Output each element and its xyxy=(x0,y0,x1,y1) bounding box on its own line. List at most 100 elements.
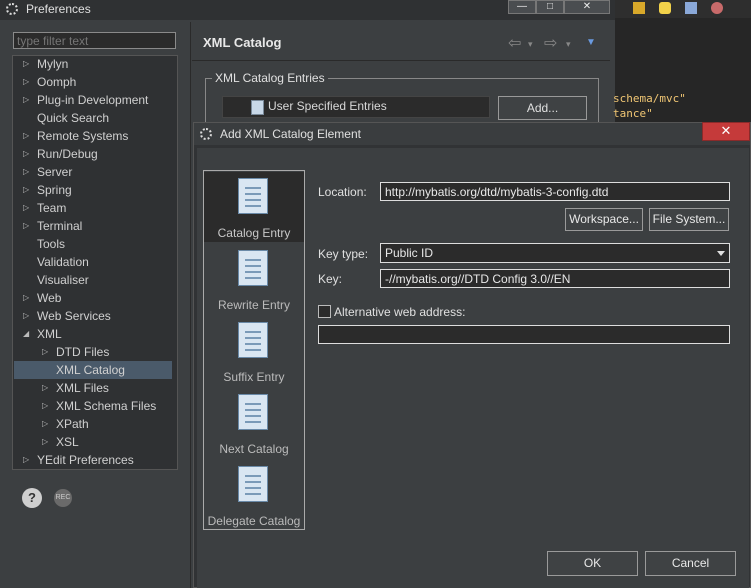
collapsed-arrow-icon[interactable]: ▷ xyxy=(23,451,29,469)
collapsed-arrow-icon[interactable]: ▷ xyxy=(42,397,48,415)
minimize-icon[interactable]: — xyxy=(508,0,536,14)
key-type-value: Public ID xyxy=(385,246,434,260)
collapsed-arrow-icon[interactable]: ▷ xyxy=(23,181,29,199)
tree-item-label: Tools xyxy=(37,237,66,251)
collapsed-arrow-icon[interactable]: ▷ xyxy=(23,127,29,145)
collapsed-arrow-icon[interactable]: ▷ xyxy=(23,145,29,163)
view-menu-icon[interactable]: ▼ xyxy=(586,37,596,48)
tree-item-label: XML Schema Files xyxy=(56,399,157,413)
tree-item-label: Plug-in Development xyxy=(37,93,149,107)
entry-type-label: Next Catalog xyxy=(219,442,289,456)
catalog-entry-icon xyxy=(238,178,268,214)
toolbar-icon[interactable] xyxy=(633,2,645,14)
key-input[interactable]: -//mybatis.org//DTD Config 3.0//EN xyxy=(380,269,730,288)
collapsed-arrow-icon[interactable]: ▷ xyxy=(23,163,29,181)
collapsed-arrow-icon[interactable]: ▷ xyxy=(42,343,48,361)
tree-item-label: Team xyxy=(37,201,67,215)
collapsed-arrow-icon[interactable]: ▷ xyxy=(23,289,29,307)
alternative-address-checkbox[interactable] xyxy=(318,305,331,318)
tree-item-label: XML Catalog xyxy=(56,363,125,377)
forward-arrow-icon[interactable]: ⇨ xyxy=(544,33,557,53)
collapsed-arrow-icon[interactable]: ▷ xyxy=(23,307,29,325)
tree-item-label: XML xyxy=(37,327,62,341)
tree-item[interactable]: ▷ XML Files xyxy=(42,379,109,397)
tree-item[interactable]: ▷ Mylyn xyxy=(23,55,69,73)
collapsed-arrow-icon[interactable]: ▷ xyxy=(42,379,48,397)
alternative-address-input[interactable] xyxy=(318,325,730,344)
entry-type-label: Delegate Catalog xyxy=(207,514,301,528)
back-arrow-icon[interactable]: ⇦ xyxy=(508,33,521,53)
tree-item[interactable]: ▷ Team xyxy=(23,199,67,217)
tree-item[interactable]: ▷ DTD Files xyxy=(42,343,109,361)
tree-item[interactable]: Tools xyxy=(37,235,65,253)
tree-item-label: XSL xyxy=(56,435,79,449)
dialog-title: Add XML Catalog Element xyxy=(220,127,361,141)
tree-item[interactable]: ◢ XML xyxy=(23,325,62,343)
tree-item[interactable]: ▷ YEdit Preferences xyxy=(23,451,134,469)
collapsed-arrow-icon[interactable]: ▷ xyxy=(42,415,48,433)
next-catalog-icon xyxy=(238,394,268,430)
tree-item-label: YEdit Preferences xyxy=(37,453,134,467)
divider xyxy=(192,60,610,61)
entry-type-item[interactable]: Catalog Entry xyxy=(204,172,304,242)
file-system-button[interactable]: File System... xyxy=(649,208,729,231)
expanded-arrow-icon[interactable]: ◢ xyxy=(23,325,29,343)
tree-item-label: Mylyn xyxy=(37,57,69,71)
tree-item[interactable]: Quick Search xyxy=(37,109,109,127)
workspace-button[interactable]: Workspace... xyxy=(565,208,643,231)
dialog-close-button[interactable]: ✕ xyxy=(702,122,750,141)
entry-type-item[interactable]: Delegate Catalog xyxy=(204,460,304,530)
collapsed-arrow-icon[interactable]: ▷ xyxy=(23,55,29,73)
collapsed-arrow-icon[interactable]: ▷ xyxy=(23,91,29,109)
toolbar-icon[interactable] xyxy=(659,2,671,14)
dialog-titlebar: Add XML Catalog Element xyxy=(194,123,750,145)
tree-item-label: Quick Search xyxy=(37,111,110,125)
collapsed-arrow-icon[interactable]: ▷ xyxy=(23,73,29,91)
tree-item[interactable]: ▷ XSL xyxy=(42,433,79,451)
tree-item[interactable]: ▷ Plug-in Development xyxy=(23,91,149,109)
tree-item[interactable]: XML Catalog xyxy=(14,361,172,379)
ok-button[interactable]: OK xyxy=(547,551,638,576)
close-icon[interactable]: ✕ xyxy=(564,0,610,14)
collapsed-arrow-icon[interactable]: ▷ xyxy=(23,217,29,235)
tree-item[interactable]: ▷ Web Services xyxy=(23,307,111,325)
location-input[interactable]: http://mybatis.org/dtd/mybatis-3-config.… xyxy=(380,182,730,201)
maximize-icon[interactable]: □ xyxy=(536,0,564,14)
location-label: Location: xyxy=(318,185,367,199)
tree-item-label: Run/Debug xyxy=(37,147,98,161)
help-icon[interactable]: ? xyxy=(22,488,42,508)
user-entries-row[interactable]: User Specified Entries xyxy=(222,96,490,118)
rewrite-entry-icon xyxy=(238,250,268,286)
forward-menu-icon[interactable]: ▾ xyxy=(566,39,571,50)
entry-type-item[interactable]: Rewrite Entry xyxy=(204,244,304,314)
tree-item[interactable]: ▷ Web xyxy=(23,289,61,307)
filter-input[interactable] xyxy=(13,32,176,49)
tree-item[interactable]: Visualiser xyxy=(37,271,89,289)
key-type-select[interactable]: Public ID xyxy=(380,243,730,263)
toolbar-icon[interactable] xyxy=(685,2,697,14)
tree-item[interactable]: ▷ Run/Debug xyxy=(23,145,98,163)
tree-item[interactable]: ▷ Oomph xyxy=(23,73,77,91)
tree-item[interactable]: ▷ XML Schema Files xyxy=(42,397,157,415)
tree-item[interactable]: ▷ Server xyxy=(23,163,72,181)
gear-icon xyxy=(6,3,18,15)
toolbar-icon[interactable] xyxy=(711,2,723,14)
cancel-button[interactable]: Cancel xyxy=(645,551,736,576)
entry-type-label: Suffix Entry xyxy=(223,370,285,384)
tree-item[interactable]: ▷ Remote Systems xyxy=(23,127,128,145)
tree-item-label: Oomph xyxy=(37,75,77,89)
collapsed-arrow-icon[interactable]: ▷ xyxy=(42,433,48,451)
entry-type-item[interactable]: Next Catalog xyxy=(204,388,304,458)
preferences-title: Preferences xyxy=(26,2,91,16)
tree-item[interactable]: ▷ Spring xyxy=(23,181,72,199)
add-button[interactable]: Add... xyxy=(498,96,587,120)
tree-item[interactable]: ▷ XPath xyxy=(42,415,89,433)
entry-type-item[interactable]: Suffix Entry xyxy=(204,316,304,386)
tree-item-label: Visualiser xyxy=(37,273,89,287)
back-menu-icon[interactable]: ▾ xyxy=(528,39,533,50)
key-type-label: Key type: xyxy=(318,247,369,261)
record-icon[interactable]: REC xyxy=(54,489,72,507)
collapsed-arrow-icon[interactable]: ▷ xyxy=(23,199,29,217)
tree-item[interactable]: Validation xyxy=(37,253,89,271)
tree-item[interactable]: ▷ Terminal xyxy=(23,217,82,235)
